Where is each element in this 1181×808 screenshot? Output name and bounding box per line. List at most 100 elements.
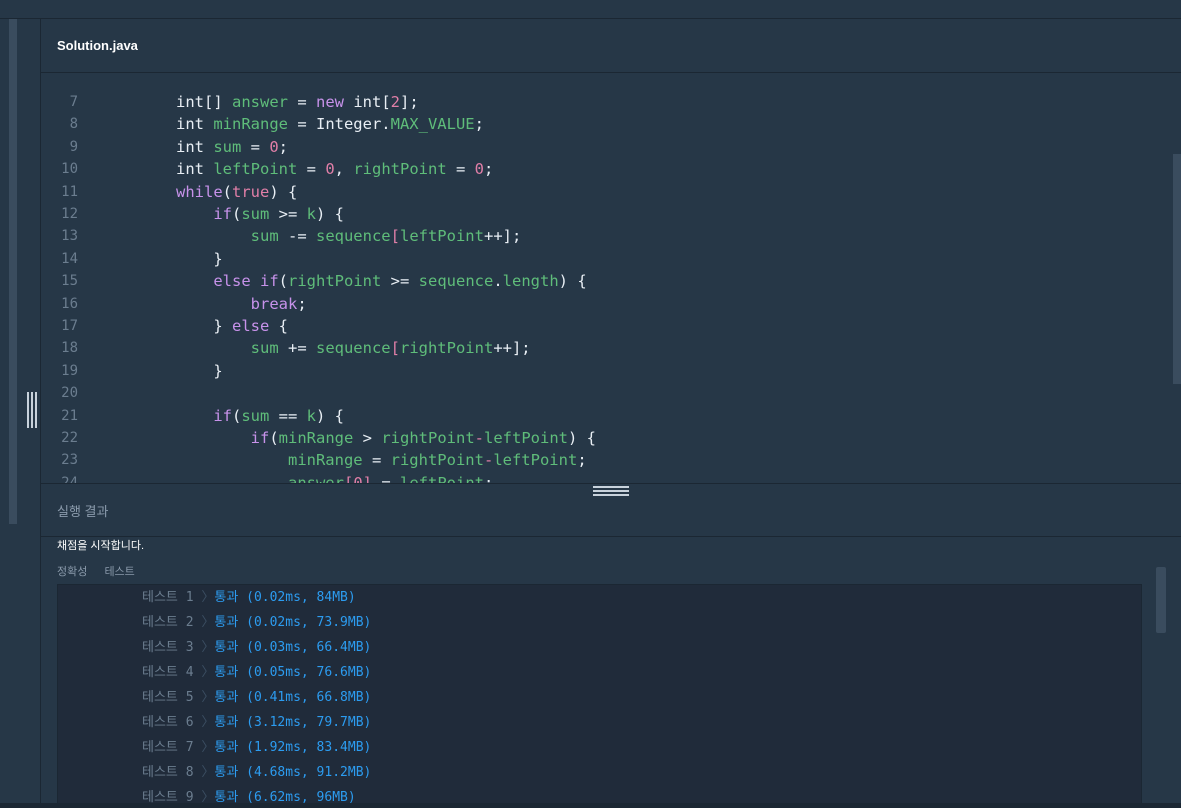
code-line[interactable]: 9 int sum = 0; [41, 136, 1161, 158]
code-token: int[ [344, 93, 391, 111]
code-token: sum [241, 406, 270, 425]
line-number: 9 [69, 138, 78, 155]
code-line[interactable]: 21 if(sum == k) { [41, 405, 1161, 427]
code-token: = [288, 93, 316, 111]
code-token: sum [250, 227, 279, 246]
test-label: 테스트 8 [142, 765, 194, 780]
chevron-right-icon: 〉 [193, 765, 215, 780]
line-number: 22 [61, 430, 78, 446]
line-number: 24 [61, 474, 78, 483]
code-token: sum [241, 205, 270, 223]
code-token: rightPoint [381, 429, 475, 447]
tab-test[interactable]: 테스트 [104, 566, 134, 578]
code-token: [ [343, 473, 354, 483]
test-result-value: 통과 (3.12ms, 79.7MB) [214, 715, 372, 730]
test-result-row: 테스트 8 〉통과 (4.68ms, 91.2MB) [142, 760, 371, 785]
code-line[interactable]: 12 if(sum >= k) { [41, 203, 1161, 225]
test-result-value: 통과 (0.03ms, 66.4MB) [214, 640, 372, 655]
code-token: = [372, 473, 401, 483]
code-text: else if(rightPoint >= sequence.length) { [176, 270, 586, 292]
code-token: ] [362, 473, 373, 483]
code-token: k [306, 406, 317, 425]
code-token: leftPoint [213, 160, 298, 179]
line-number: 16 [61, 295, 78, 312]
chevron-right-icon: 〉 [193, 590, 215, 605]
code-editor[interactable]: 7 int[] answer = new int[2]; 8 int minRange… [41, 73, 1181, 483]
code-token: sequence [315, 339, 391, 358]
code-token: minRange [213, 115, 288, 134]
chevron-right-icon: 〉 [193, 740, 215, 755]
test-result-value: 통과 (0.05ms, 76.6MB) [214, 665, 372, 680]
code-token: ; [278, 137, 289, 156]
code-token: ( [232, 205, 242, 223]
code-token: 0 [325, 160, 335, 179]
code-text: break; [176, 293, 307, 315]
line-number: 11 [61, 183, 78, 200]
bottom-border [0, 803, 1181, 808]
test-label: 테스트 7 [142, 740, 194, 755]
code-token: } [176, 317, 232, 335]
code-token: leftPoint [400, 473, 485, 483]
code-token: = [446, 160, 475, 179]
code-line[interactable]: 24 answer[0] = leftPoint; [41, 472, 1161, 483]
code-line[interactable]: 14 } [41, 248, 1161, 270]
panel-resize-handle-icon[interactable] [27, 392, 37, 428]
result-title: 실행 결과 [57, 504, 109, 519]
code-token: > [353, 429, 382, 447]
test-result-row: 테스트 2 〉통과 (0.02ms, 73.9MB) [142, 610, 371, 635]
code-token: MAX_VALUE [390, 115, 475, 134]
main-area: Solution.java 7 int[] answer = new int[2]… [41, 19, 1181, 808]
code-text: if(minRange > rightPoint-leftPoint) { [176, 427, 596, 449]
code-text: sum -= sequence[leftPoint++]; [176, 225, 522, 247]
chevron-right-icon: 〉 [193, 690, 215, 705]
test-label: 테스트 6 [142, 715, 194, 730]
code-line[interactable]: 15 else if(rightPoint >= sequence.length… [41, 270, 1161, 292]
result-header: 실행 결과 [41, 484, 1181, 537]
code-line[interactable]: 11 while(true) { [41, 181, 1161, 203]
code-token: answer [287, 473, 344, 483]
code-token: - [483, 451, 494, 470]
code-line[interactable]: 20 [41, 382, 1161, 404]
code-line[interactable]: 13 sum -= sequence[leftPoint++]; [41, 225, 1161, 247]
editor-scrollbar[interactable] [1173, 154, 1181, 384]
code-line[interactable]: 10 int leftPoint = 0, rightPoint = 0; [41, 158, 1161, 180]
test-result-value: 통과 (0.41ms, 66.8MB) [214, 690, 372, 705]
code-line[interactable]: 7 int[] answer = new int[2]; [41, 91, 1161, 113]
code-token: ; [484, 160, 494, 179]
code-token: } [176, 249, 223, 268]
code-line[interactable]: 8 int minRange = Integer.MAX_VALUE; [41, 113, 1161, 135]
code-token: ( [269, 429, 279, 447]
test-label: 테스트 2 [142, 615, 194, 630]
code-line[interactable]: 23 minRange = rightPoint-leftPoint; [41, 449, 1161, 471]
line-number: 14 [61, 250, 78, 267]
code-token: if [213, 205, 232, 223]
result-body: 채점을 시작합니다. 정확성 테스트 테스트 1 〉통과 (0.02ms, 84… [41, 537, 1181, 808]
code-line[interactable]: 16 break; [41, 293, 1161, 315]
test-result-row: 테스트 6 〉통과 (3.12ms, 79.7MB) [142, 710, 371, 735]
code-token: rightPoint [390, 451, 484, 470]
chevron-right-icon: 〉 [193, 715, 215, 730]
file-name-tab[interactable]: Solution.java [57, 38, 138, 53]
line-number: 18 [61, 340, 78, 357]
code-token: 0 [269, 137, 279, 156]
code-line[interactable]: 22 if(minRange > rightPoint-leftPoint) { [41, 427, 1161, 449]
code-token: rightPoint [288, 272, 382, 291]
left-panel-scrollbar[interactable] [9, 19, 17, 524]
code-line[interactable]: 17 } else { [41, 315, 1161, 337]
tab-accuracy[interactable]: 정확성 [57, 566, 87, 578]
code-token: if [250, 429, 270, 447]
code-line[interactable]: 19 } [41, 360, 1161, 382]
line-number: 13 [61, 228, 78, 245]
code-token: rightPoint [353, 160, 447, 179]
line-number: 17 [61, 318, 78, 334]
result-scrollbar[interactable] [1156, 567, 1166, 633]
code-token: else [232, 317, 270, 335]
code-text: answer[0] = leftPoint; [176, 472, 493, 483]
code-token: int [176, 160, 214, 179]
code-line[interactable]: 18 sum += sequence[rightPoint++]; [41, 337, 1161, 359]
